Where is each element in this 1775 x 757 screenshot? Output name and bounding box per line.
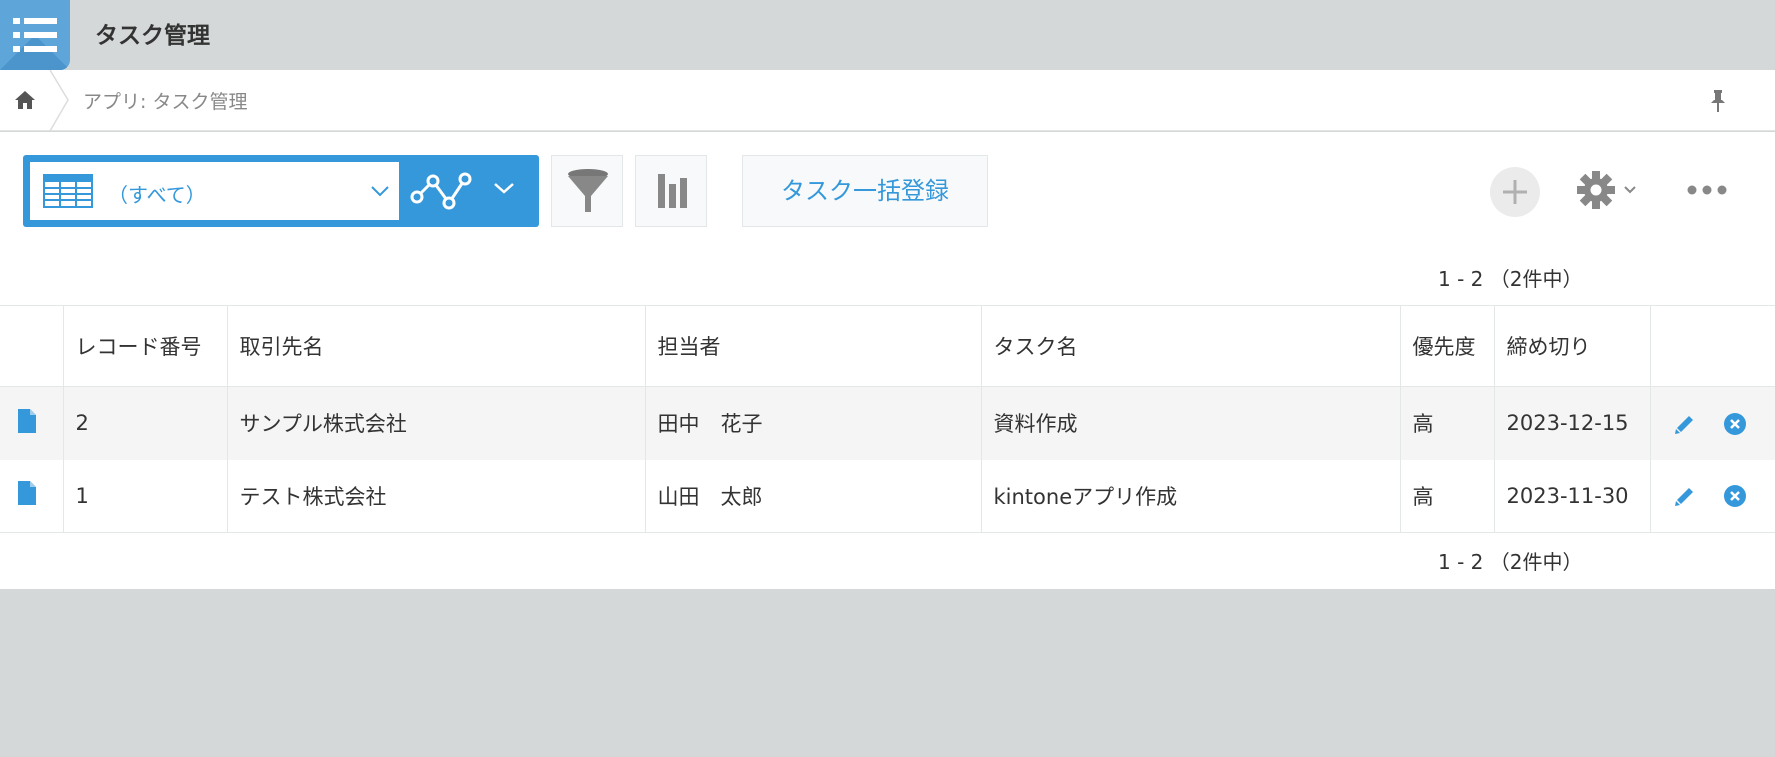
ellipsis-icon [1687, 185, 1727, 195]
header-spacer-actions [1649, 305, 1775, 387]
table-row: 2 サンプル株式会社 田中 花子 資料作成 高 2023-12-15 [0, 386, 1775, 460]
pagination-top: 1 - 2 （2件中） [1438, 267, 1583, 291]
records-table: レコード番号 取引先名 担当者 タスク名 優先度 締め切り 2 サンプル株式会社 [0, 305, 1775, 533]
record-detail-link[interactable] [0, 387, 63, 460]
document-icon [18, 408, 36, 433]
app-title: タスク管理 [95, 23, 210, 49]
pin-icon [1711, 90, 1725, 112]
breadcrumb-app-link[interactable]: アプリ: タスク管理 [83, 87, 247, 114]
table-view-icon [43, 174, 93, 208]
graph-view-button[interactable] [409, 167, 479, 215]
cell-task: kintoneアプリ作成 [980, 459, 1400, 533]
column-header-task[interactable]: タスク名 [980, 305, 1400, 387]
gear-icon [1577, 171, 1636, 209]
pin-button[interactable] [1705, 88, 1731, 114]
column-header-priority[interactable]: 優先度 [1399, 305, 1494, 387]
cell-deadline: 2023-12-15 [1493, 386, 1650, 460]
app-list-icon[interactable] [0, 0, 70, 70]
cell-priority: 高 [1399, 386, 1494, 460]
cell-assignee: 山田 太郎 [644, 459, 981, 533]
cell-client: テスト株式会社 [226, 459, 645, 533]
row-actions [1649, 386, 1775, 460]
pagination-bottom: 1 - 2 （2件中） [1438, 550, 1583, 574]
view-select[interactable]: （すべて） [30, 162, 399, 220]
view-select-label: （すべて） [108, 183, 206, 207]
breadcrumb-separator-icon [49, 70, 69, 131]
bulk-register-button[interactable]: タスク一括登録 [742, 155, 988, 227]
header-spacer [0, 305, 63, 387]
filter-icon [568, 169, 608, 212]
document-icon [18, 481, 36, 506]
view-selector-group: （すべて） [23, 155, 539, 227]
cell-priority: 高 [1399, 459, 1494, 533]
record-detail-link[interactable] [0, 460, 63, 533]
filter-button[interactable] [551, 155, 623, 227]
cell-assignee: 田中 花子 [644, 386, 981, 460]
delete-icon[interactable] [1723, 484, 1747, 508]
line-graph-icon [410, 172, 472, 210]
graph-chevron-down-icon[interactable] [493, 181, 515, 195]
home-button[interactable] [0, 70, 50, 131]
breadcrumb: アプリ: タスク管理 [0, 70, 1775, 131]
record-list-panel: （すべて） タスク一括登録 1 - 2 （2件中） レコード番号 取引先名 担当… [0, 132, 1775, 589]
column-header-deadline[interactable]: 締め切り [1493, 305, 1650, 387]
table-header-row: レコード番号 取引先名 担当者 タスク名 優先度 締め切り [0, 305, 1775, 387]
more-options-button[interactable] [1682, 180, 1732, 200]
home-icon [15, 91, 35, 109]
column-header-client[interactable]: 取引先名 [226, 305, 645, 387]
cell-deadline: 2023-11-30 [1493, 459, 1650, 533]
add-record-button[interactable] [1490, 167, 1540, 217]
cell-record-no: 1 [62, 459, 227, 533]
table-row: 1 テスト株式会社 山田 太郎 kintoneアプリ作成 高 2023-11-3… [0, 459, 1775, 533]
row-actions [1649, 459, 1775, 533]
cell-task: 資料作成 [980, 386, 1400, 460]
column-header-record-no[interactable]: レコード番号 [62, 305, 227, 387]
app-header: タスク管理 [0, 0, 1775, 70]
edit-pencil-icon[interactable] [1673, 412, 1697, 436]
settings-button[interactable] [1575, 168, 1645, 212]
chevron-down-icon [371, 186, 389, 197]
bar-chart-icon [658, 174, 687, 208]
chart-button[interactable] [635, 155, 707, 227]
delete-icon[interactable] [1723, 412, 1747, 436]
column-header-assignee[interactable]: 担当者 [644, 305, 981, 387]
plus-icon [1503, 180, 1527, 204]
cell-client: サンプル株式会社 [226, 386, 645, 460]
edit-pencil-icon[interactable] [1673, 484, 1697, 508]
cell-record-no: 2 [62, 386, 227, 460]
